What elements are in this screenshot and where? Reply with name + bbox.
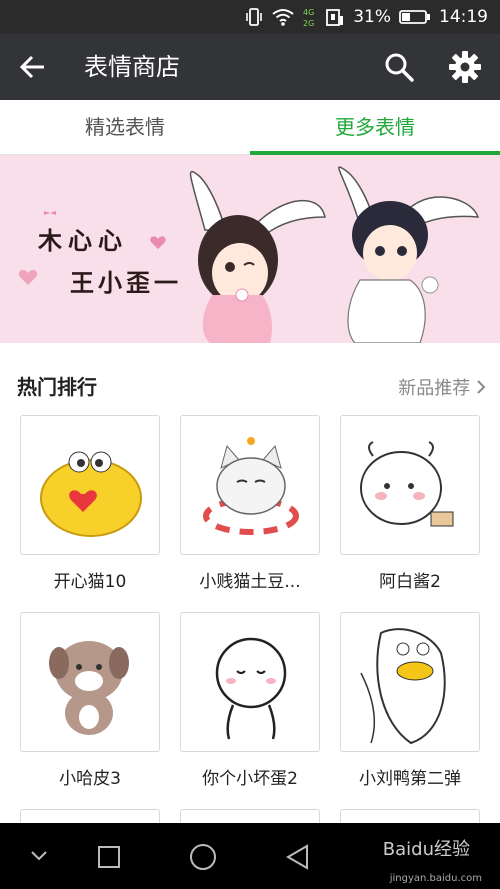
sticker-thumbnail — [340, 612, 480, 752]
watermark: Baidu经验 — [382, 839, 470, 860]
status-time: 14:19 — [439, 7, 488, 27]
yellow-cat-icon — [40, 451, 142, 537]
back-arrow-icon[interactable] — [18, 52, 48, 82]
sim-icon — [326, 9, 344, 26]
sticker-item[interactable]: 你个小坏蛋2 — [180, 612, 320, 789]
tab-bar: 精选表情 更多表情 — [0, 100, 500, 155]
tab-featured[interactable]: 精选表情 — [0, 100, 250, 155]
watermark-url: jingyan.baidu.com — [389, 873, 482, 884]
banner-text-line1: 木心心 — [38, 227, 128, 255]
section-title: 热门排行 — [17, 375, 97, 399]
sticker-thumbnail — [340, 415, 480, 555]
banner-text-line2: 王小歪一 — [70, 269, 182, 297]
new-recommend-label: 新品推荐 — [398, 378, 471, 399]
wifi-icon — [272, 9, 294, 26]
sticker-thumbnail — [20, 612, 160, 752]
svg-text:4G: 4G — [303, 8, 314, 17]
boy-character — [338, 166, 480, 343]
sticker-name: 阿白酱2 — [379, 572, 441, 592]
app-bar: 表情商店 — [0, 34, 500, 100]
battery-percent: 31% — [353, 7, 391, 27]
sticker-grid: 开心猫10 小贱猫土豆... 阿白酱2 小哈皮3 你个小坏蛋2 小刘鸭第二弹 — [0, 401, 500, 829]
page-title: 表情商店 — [84, 53, 180, 81]
sticker-name: 你个小坏蛋2 — [202, 769, 298, 789]
girl-character — [189, 170, 326, 343]
white-blob-icon — [360, 441, 454, 527]
duck-icon — [360, 628, 446, 745]
sticker-item[interactable]: 开心猫10 — [20, 415, 160, 592]
sticker-name: 小哈皮3 — [59, 769, 121, 789]
tab-more[interactable]: 更多表情 — [250, 100, 500, 155]
stick-figure-icon — [215, 637, 287, 740]
cat-in-float-icon — [203, 437, 299, 535]
sticker-name: 小贱猫土豆... — [199, 572, 301, 592]
status-bar: 4G 2G 31% 14:19 — [0, 0, 500, 34]
sticker-item[interactable]: 小哈皮3 — [20, 612, 160, 789]
system-nav-bar: Baidu经验 jingyan.baidu.com — [0, 823, 500, 889]
sticker-item[interactable]: 小贱猫土豆... — [180, 415, 320, 592]
sticker-thumbnail — [180, 612, 320, 752]
sticker-name: 开心猫10 — [53, 572, 127, 592]
status-right: 4G 2G 31% 14:19 — [245, 0, 488, 34]
signal-4g-icon: 4G 2G — [303, 8, 314, 28]
new-recommend-link[interactable]: 新品推荐 — [398, 374, 486, 400]
section-header: 热门排行 新品推荐 — [0, 343, 500, 401]
sticker-thumbnail — [20, 415, 160, 555]
promo-banner[interactable]: 木心心 王小歪一 — [0, 155, 500, 343]
gear-icon[interactable] — [448, 50, 482, 84]
sticker-name: 小刘鸭第二弹 — [359, 769, 461, 789]
svg-text:2G: 2G — [303, 19, 314, 28]
search-icon[interactable] — [383, 51, 415, 83]
vibrate-icon — [246, 8, 263, 26]
sticker-item[interactable]: 小刘鸭第二弹 — [340, 612, 480, 789]
sticker-item[interactable]: 阿白酱2 — [340, 415, 480, 592]
brown-dog-icon — [49, 641, 129, 735]
recents-icon[interactable] — [97, 845, 121, 869]
home-icon[interactable] — [189, 843, 217, 871]
sticker-thumbnail — [180, 415, 320, 555]
chevron-right-icon — [477, 380, 486, 394]
battery-icon — [399, 10, 430, 24]
back-icon[interactable] — [285, 844, 311, 870]
collapse-icon[interactable] — [30, 849, 48, 863]
